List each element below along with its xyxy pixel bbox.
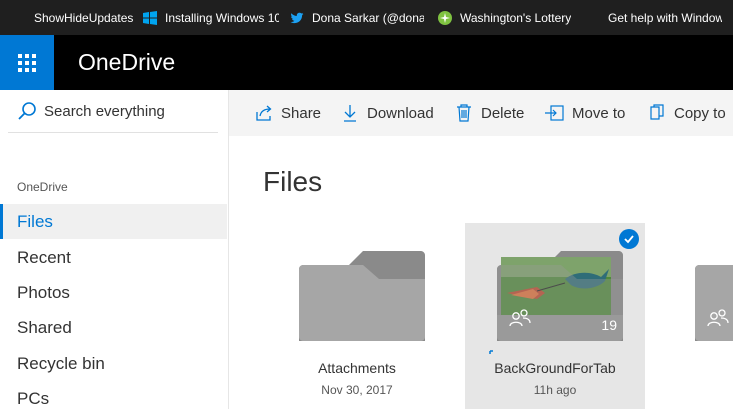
app-launcher-button[interactable] <box>0 35 54 90</box>
folder-name: BackGroundForTab <box>494 360 616 376</box>
page-title: Files <box>263 166 323 197</box>
nav-heading: OneDrive <box>17 180 68 194</box>
folder-icon <box>299 251 425 341</box>
folder-tile-attachments[interactable]: Attachments Nov 30, 2017 <box>267 223 447 409</box>
command-bar: Share Download Delete Move to Copy to <box>229 90 733 136</box>
item-count: 19 <box>601 317 617 333</box>
bookmark-label: Get help with Window <box>608 10 722 25</box>
sidebar-item-label: Recent <box>17 247 71 267</box>
windows-logo-icon <box>586 11 600 25</box>
sidebar: Search everything OneDrive Files Recent … <box>0 90 229 409</box>
move-to-label: Move to <box>572 104 626 122</box>
files-view: Files Attachments Nov 30, 2017 19 BackGr… <box>229 136 733 409</box>
trash-icon <box>457 104 471 122</box>
selected-check-icon[interactable] <box>619 229 639 249</box>
app-header: OneDrive <box>0 35 733 90</box>
folder-date: Nov 30, 2017 <box>321 383 393 397</box>
folder-tile-backgroundfortab[interactable]: 19 BackGroundForTab 11h ago <box>465 223 645 409</box>
folder-date: N <box>663 383 733 397</box>
copy-to-button[interactable]: Copy to <box>648 90 726 136</box>
twitter-bird-icon <box>290 11 304 25</box>
waffle-icon <box>18 53 36 72</box>
sidebar-item-photos[interactable]: Photos <box>0 275 227 310</box>
folder-name: Attachments <box>318 360 396 376</box>
bookmark-showhideupdates[interactable]: ShowHideUpdates <box>12 0 133 35</box>
share-button[interactable]: Share <box>255 90 321 136</box>
windows-flag-icon <box>143 10 157 25</box>
search-placeholder: Search everything <box>44 102 165 120</box>
lottery-logo-icon <box>438 10 452 25</box>
move-to-icon <box>545 105 564 121</box>
share-icon <box>256 105 272 121</box>
folder-name: D <box>663 360 733 376</box>
folder-tile-partial[interactable]: D N <box>663 223 733 409</box>
bookmark-label: Washington's Lottery <box>460 10 572 25</box>
sidebar-item-files[interactable]: Files <box>0 204 227 239</box>
sidebar-item-label: Photos <box>17 282 70 302</box>
move-to-button[interactable]: Move to <box>544 90 625 136</box>
bookmark-dona-sarkar[interactable]: Dona Sarkar (@donas <box>290 0 424 35</box>
folder-date: 11h ago <box>533 383 577 397</box>
sidebar-item-label: Shared <box>17 317 72 337</box>
copy-to-label: Copy to <box>674 104 726 122</box>
copy-icon <box>650 104 664 120</box>
bookmark-label: Installing Windows 10 <box>165 10 279 25</box>
delete-button[interactable]: Delete <box>455 90 524 136</box>
sidebar-item-recycle-bin[interactable]: Recycle bin <box>0 346 227 381</box>
windows-logo-icon <box>12 11 26 25</box>
sidebar-item-label: PCs <box>17 388 50 408</box>
share-label: Share <box>281 104 322 122</box>
download-icon <box>344 105 356 122</box>
download-label: Download <box>367 104 434 122</box>
sync-spinner-icon <box>489 350 493 354</box>
download-button[interactable]: Download <box>341 90 434 136</box>
bookmark-label: Dona Sarkar (@donas <box>312 10 424 25</box>
bookmarks-bar: ShowHideUpdates Installing Windows 10 Do… <box>0 0 733 35</box>
shared-people-icon <box>707 309 729 327</box>
app-title[interactable]: OneDrive <box>78 49 175 76</box>
sidebar-item-label: Recycle bin <box>17 353 105 373</box>
shared-people-icon <box>509 309 531 327</box>
bookmark-label: ShowHideUpdates <box>34 10 134 25</box>
sidebar-item-label: Files <box>17 211 53 231</box>
folder-icon <box>695 265 733 341</box>
sidebar-item-pcs[interactable]: PCs <box>0 381 227 416</box>
search-box[interactable]: Search everything <box>8 90 218 133</box>
delete-label: Delete <box>481 104 525 122</box>
sidebar-item-shared[interactable]: Shared <box>0 310 227 345</box>
search-icon <box>18 102 36 120</box>
bookmark-washington-lottery[interactable]: Washington's Lottery <box>438 0 571 35</box>
bookmark-get-help-windows[interactable]: Get help with Window <box>586 0 722 35</box>
sidebar-item-recent[interactable]: Recent <box>0 240 227 275</box>
bookmark-installing-windows[interactable]: Installing Windows 10 <box>143 0 279 35</box>
